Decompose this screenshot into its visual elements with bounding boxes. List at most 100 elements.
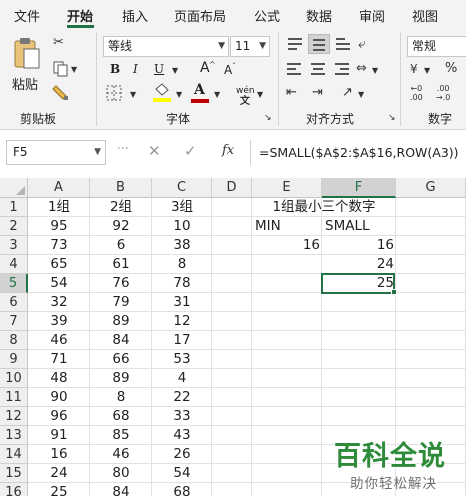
font-size-select[interactable]: 11 ▼ <box>230 36 270 57</box>
align-right-button[interactable] <box>332 59 354 79</box>
cell-c12[interactable]: 33 <box>152 407 212 426</box>
cell-b15[interactable]: 80 <box>90 464 152 483</box>
cell-c6[interactable]: 31 <box>152 293 212 312</box>
row-header-3[interactable]: 3 <box>0 236 28 255</box>
borders-icon[interactable] <box>106 85 122 101</box>
row-header-15[interactable]: 15 <box>0 464 28 483</box>
cell-b10[interactable]: 89 <box>90 369 152 388</box>
row-header-2[interactable]: 2 <box>0 217 28 236</box>
fill-color-button[interactable] <box>152 83 172 105</box>
cell-b6[interactable]: 79 <box>90 293 152 312</box>
wrap-text-icon[interactable]: ⤶ <box>358 36 366 52</box>
cell-c3[interactable]: 38 <box>152 236 212 255</box>
align-center-button[interactable] <box>308 59 330 79</box>
cell-b5[interactable]: 76 <box>90 274 152 293</box>
decrease-indent-icon[interactable]: ⇤ <box>286 85 297 101</box>
chevron-down-icon[interactable]: ▼ <box>172 63 178 79</box>
font-color-button[interactable]: A <box>190 81 210 105</box>
paste-button[interactable]: 粘贴 <box>10 36 44 93</box>
chevron-down-icon[interactable]: ▼ <box>257 87 263 103</box>
cell-f2[interactable]: SMALL <box>322 217 396 236</box>
row-header-5[interactable]: 5 <box>0 274 28 293</box>
cell-c11[interactable]: 22 <box>152 388 212 407</box>
cell-b8[interactable]: 84 <box>90 331 152 350</box>
column-header-c[interactable]: C <box>152 178 212 198</box>
row-header-9[interactable]: 9 <box>0 350 28 369</box>
tab-data[interactable]: 数据 <box>306 6 332 25</box>
align-top-button[interactable] <box>284 34 306 54</box>
tab-view[interactable]: 视图 <box>412 6 438 25</box>
row-header-16[interactable]: 16 <box>0 483 28 496</box>
cell-a11[interactable]: 90 <box>28 388 90 407</box>
cell-c7[interactable]: 12 <box>152 312 212 331</box>
cell-a5[interactable]: 54 <box>28 274 90 293</box>
cell-c2[interactable]: 10 <box>152 217 212 236</box>
cell-b13[interactable]: 85 <box>90 426 152 445</box>
column-header-a[interactable]: A <box>28 178 90 198</box>
cell-a4[interactable]: 65 <box>28 255 90 274</box>
chevron-down-icon[interactable]: ▼ <box>424 63 430 79</box>
select-all-corner[interactable] <box>0 178 28 198</box>
cell-a9[interactable]: 71 <box>28 350 90 369</box>
tab-insert[interactable]: 插入 <box>122 6 148 25</box>
percent-icon[interactable]: % <box>445 61 457 77</box>
cell-b11[interactable]: 8 <box>90 388 152 407</box>
cell-a10[interactable]: 48 <box>28 369 90 388</box>
formula-input[interactable]: =SMALL($A$2:$A$16,ROW(A3)) <box>250 140 462 165</box>
tab-review[interactable]: 审阅 <box>359 6 385 25</box>
row-header-11[interactable]: 11 <box>0 388 28 407</box>
cell-a13[interactable]: 91 <box>28 426 90 445</box>
tab-home[interactable]: 开始 <box>67 6 93 25</box>
increase-indent-icon[interactable]: ⇥ <box>312 85 323 101</box>
cell-c1[interactable]: 3组 <box>152 198 212 217</box>
copy-icon[interactable] <box>52 60 70 78</box>
cell-c4[interactable]: 8 <box>152 255 212 274</box>
cell-c14[interactable]: 26 <box>152 445 212 464</box>
cell-c13[interactable]: 43 <box>152 426 212 445</box>
tab-file[interactable]: 文件 <box>14 6 40 25</box>
cell-c10[interactable]: 4 <box>152 369 212 388</box>
cell-b4[interactable]: 61 <box>90 255 152 274</box>
dialog-launcher-icon[interactable]: ↘ <box>388 110 396 126</box>
cell-a16[interactable]: 25 <box>28 483 90 496</box>
column-header-b[interactable]: B <box>90 178 152 198</box>
shrink-font-button[interactable]: A <box>224 62 232 78</box>
decrease-decimal-icon[interactable]: .00 →.0 <box>436 84 450 102</box>
cell-a12[interactable]: 96 <box>28 407 90 426</box>
enter-icon[interactable]: ✓ <box>184 142 197 160</box>
cell-b9[interactable]: 66 <box>90 350 152 369</box>
splitter-handle-icon[interactable]: ⋮ <box>116 142 130 154</box>
row-header-6[interactable]: 6 <box>0 293 28 312</box>
cell-a1[interactable]: 1组 <box>28 198 90 217</box>
cell-b12[interactable]: 68 <box>90 407 152 426</box>
cell-a8[interactable]: 46 <box>28 331 90 350</box>
tab-formulas[interactable]: 公式 <box>254 6 280 25</box>
cell-c8[interactable]: 17 <box>152 331 212 350</box>
cell-a2[interactable]: 95 <box>28 217 90 236</box>
column-header-e[interactable]: E <box>252 178 322 198</box>
cell-a7[interactable]: 39 <box>28 312 90 331</box>
cell-b16[interactable]: 84 <box>90 483 152 496</box>
fill-handle[interactable] <box>391 289 397 295</box>
orientation-icon[interactable]: ↗ <box>342 85 353 101</box>
number-format-select[interactable]: 常规 <box>407 36 466 57</box>
underline-button[interactable]: U <box>154 61 164 77</box>
chevron-down-icon[interactable]: ▼ <box>176 87 182 103</box>
cell-e1[interactable]: 1组最小三个数字 <box>252 198 396 217</box>
chevron-down-icon[interactable]: ▼ <box>130 87 136 103</box>
bold-button[interactable]: B <box>110 61 120 77</box>
cell-b3[interactable]: 6 <box>90 236 152 255</box>
cell-c16[interactable]: 68 <box>152 483 212 496</box>
align-bottom-button[interactable] <box>332 34 354 54</box>
row-header-14[interactable]: 14 <box>0 445 28 464</box>
cell-f4[interactable]: 24 <box>322 255 396 274</box>
row-header-13[interactable]: 13 <box>0 426 28 445</box>
cell-c5[interactable]: 78 <box>152 274 212 293</box>
chevron-down-icon[interactable]: ▼ <box>372 63 378 79</box>
name-box[interactable]: F5 ▼ <box>6 140 106 165</box>
cell-b14[interactable]: 46 <box>90 445 152 464</box>
insert-function-button[interactable]: fx <box>222 143 234 158</box>
chevron-down-icon[interactable]: ▼ <box>358 87 364 103</box>
cell-e3[interactable]: 16 <box>252 236 322 255</box>
cell-a15[interactable]: 24 <box>28 464 90 483</box>
